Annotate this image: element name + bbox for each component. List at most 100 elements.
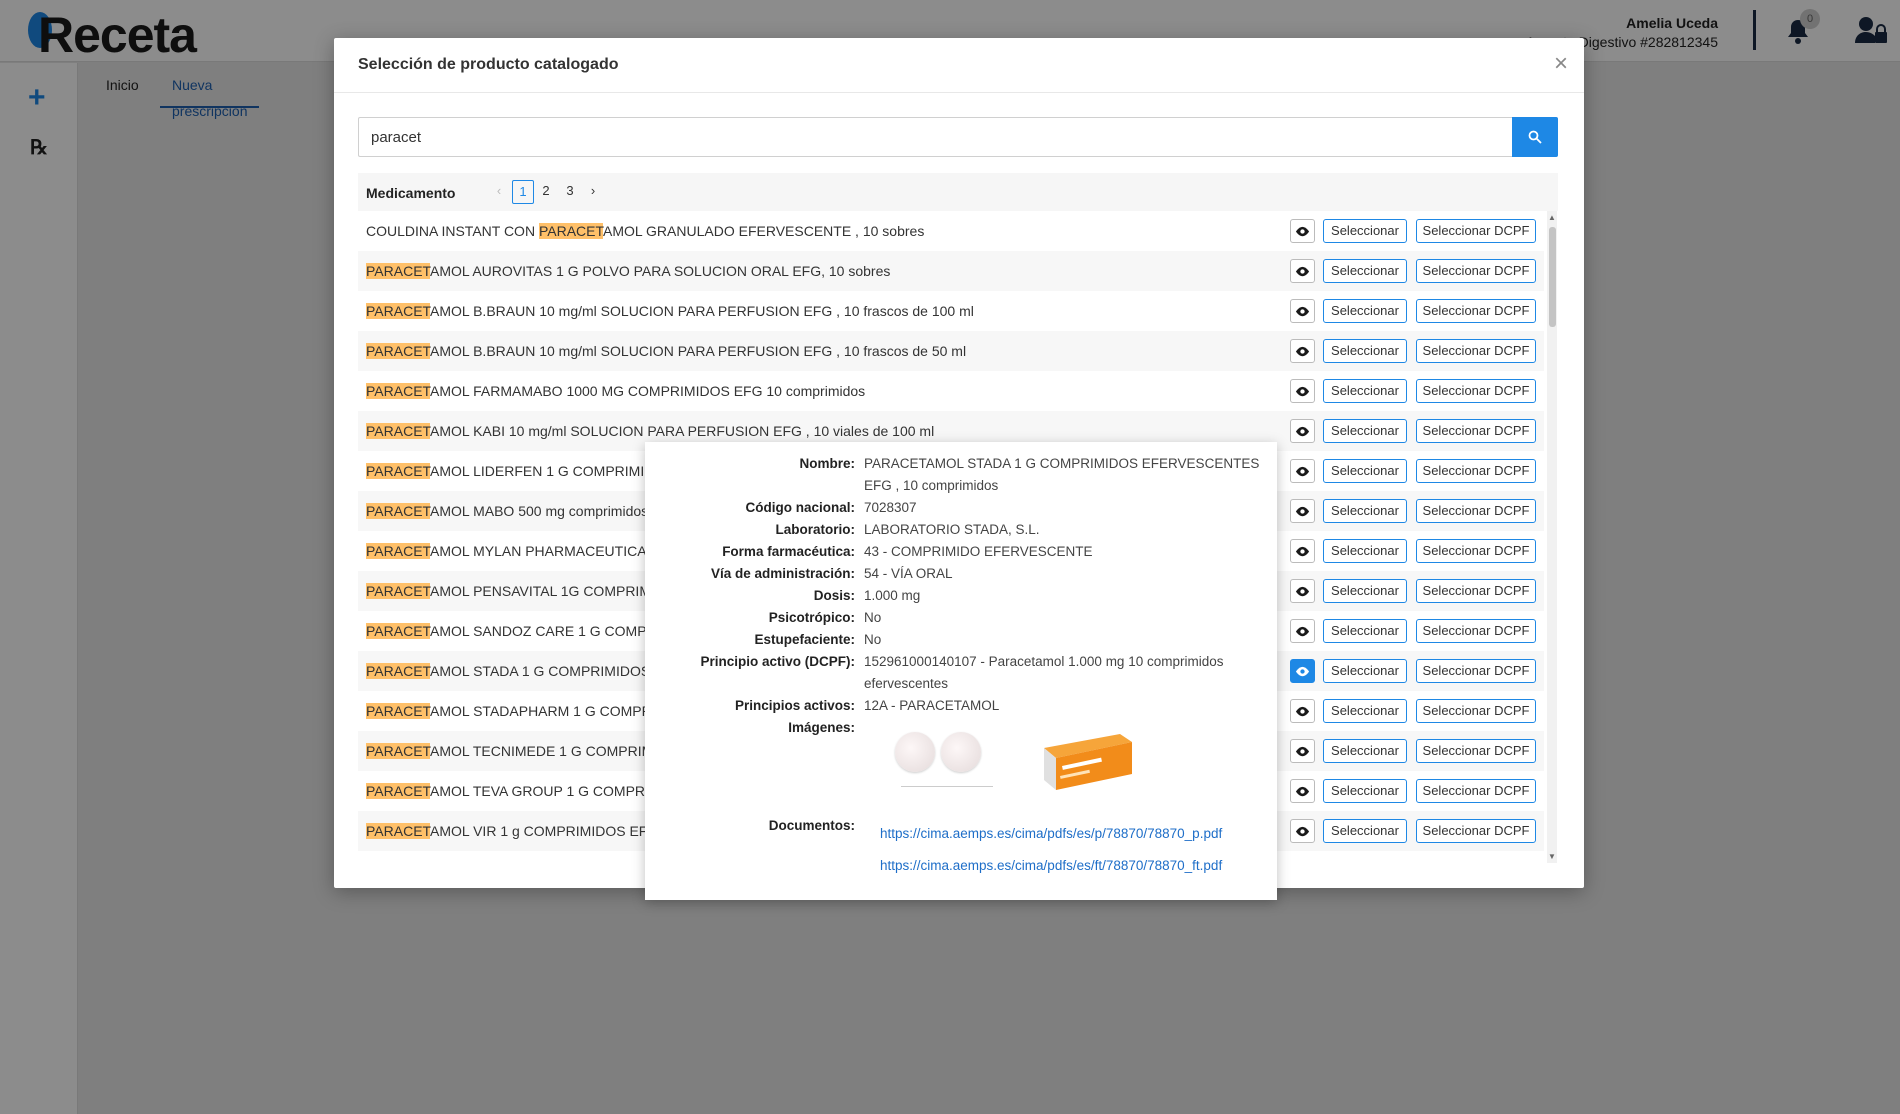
detail-value: LABORATORIO STADA, S.L. [864, 522, 1040, 537]
select-button[interactable]: Seleccionar [1323, 299, 1407, 323]
medication-name: PARACETAMOL SANDOZ CARE 1 G COMPRIM [366, 623, 672, 639]
detail-label: Psicotrópico: [768, 610, 855, 625]
eye-icon[interactable] [1290, 219, 1315, 243]
select-dcpf-button[interactable]: Seleccionar DCPF [1416, 819, 1536, 843]
eye-icon[interactable] [1290, 339, 1315, 363]
scrollbar[interactable]: ▲ ▼ [1547, 211, 1557, 863]
scroll-up-icon[interactable]: ▲ [1548, 213, 1556, 222]
select-button[interactable]: Seleccionar [1323, 379, 1407, 403]
eye-icon[interactable] [1290, 659, 1315, 683]
document-link[interactable]: https://cima.aemps.es/cima/pdfs/es/ft/78… [880, 858, 1222, 873]
search-highlight: PARACET [366, 583, 431, 599]
eye-icon[interactable] [1290, 499, 1315, 523]
eye-icon[interactable] [1290, 539, 1315, 563]
select-button[interactable]: Seleccionar [1323, 219, 1407, 243]
page-3[interactable]: 3 [559, 180, 581, 204]
select-dcpf-button[interactable]: Seleccionar DCPF [1416, 379, 1536, 403]
close-icon[interactable]: × [1554, 50, 1568, 78]
detail-value: 54 - VÍA ORAL [864, 566, 953, 581]
scroll-thumb[interactable] [1549, 227, 1556, 327]
select-button[interactable]: Seleccionar [1323, 419, 1407, 443]
select-dcpf-button[interactable]: Seleccionar DCPF [1416, 619, 1536, 643]
page-1[interactable]: 1 [512, 180, 534, 204]
eye-icon[interactable] [1290, 819, 1315, 843]
name-prefix: COULDINA INSTANT CON [366, 223, 539, 239]
medication-name: PARACETAMOL AUROVITAS 1 G POLVO PARA SOL… [366, 263, 890, 279]
eye-icon[interactable] [1290, 419, 1315, 443]
select-dcpf-button[interactable]: Seleccionar DCPF [1416, 339, 1536, 363]
detail-label: Código nacional: [745, 500, 856, 515]
search-highlight: PARACET [366, 823, 431, 839]
eye-icon[interactable] [1290, 779, 1315, 803]
search-icon [1528, 130, 1542, 144]
name-suffix: AMOL KABI 10 mg/ml SOLUCION PARA PERFUSI… [430, 423, 935, 439]
select-dcpf-button[interactable]: Seleccionar DCPF [1416, 779, 1536, 803]
page-2[interactable]: 2 [535, 180, 557, 204]
select-dcpf-button[interactable]: Seleccionar DCPF [1416, 579, 1536, 603]
eye-icon[interactable] [1290, 739, 1315, 763]
prev-page-icon[interactable]: ‹ [488, 180, 510, 204]
detail-label: Dosis: [813, 588, 855, 603]
select-button[interactable]: Seleccionar [1323, 779, 1407, 803]
package-image[interactable] [1040, 726, 1135, 794]
medication-name: PARACETAMOL KABI 10 mg/ml SOLUCION PARA … [366, 423, 934, 439]
tablet-image[interactable] [895, 732, 935, 772]
eye-icon[interactable] [1290, 299, 1315, 323]
table-row[interactable]: COULDINA INSTANT CON PARACETAMOL GRANULA… [358, 211, 1544, 251]
medication-name: PARACETAMOL B.BRAUN 10 mg/ml SOLUCION PA… [366, 303, 974, 319]
column-title: Medicamento [366, 185, 456, 201]
eye-icon[interactable] [1290, 459, 1315, 483]
detail-value: 43 - COMPRIMIDO EFERVESCENTE [864, 544, 1093, 559]
select-dcpf-button[interactable]: Seleccionar DCPF [1416, 739, 1536, 763]
select-button[interactable]: Seleccionar [1323, 459, 1407, 483]
search-highlight: PARACET [366, 503, 431, 519]
select-dcpf-button[interactable]: Seleccionar DCPF [1416, 219, 1536, 243]
select-dcpf-button[interactable]: Seleccionar DCPF [1416, 459, 1536, 483]
document-link[interactable]: https://cima.aemps.es/cima/pdfs/es/p/788… [880, 826, 1222, 841]
next-page-icon[interactable]: › [582, 180, 604, 204]
select-button[interactable]: Seleccionar [1323, 259, 1407, 283]
select-button[interactable]: Seleccionar [1323, 699, 1407, 723]
eye-icon[interactable] [1290, 379, 1315, 403]
search-highlight: PARACET [366, 663, 431, 679]
select-button[interactable]: Seleccionar [1323, 819, 1407, 843]
select-button[interactable]: Seleccionar [1323, 739, 1407, 763]
select-button[interactable]: Seleccionar [1323, 619, 1407, 643]
search-highlight: PARACET [366, 543, 431, 559]
detail-value: 12A - PARACETAMOL [864, 698, 1000, 713]
eye-icon[interactable] [1290, 619, 1315, 643]
select-button[interactable]: Seleccionar [1323, 659, 1407, 683]
ruler-scale [901, 786, 993, 796]
select-button[interactable]: Seleccionar [1323, 499, 1407, 523]
table-row[interactable]: PARACETAMOL B.BRAUN 10 mg/ml SOLUCION PA… [358, 331, 1544, 371]
search-button[interactable] [1512, 117, 1558, 157]
select-dcpf-button[interactable]: Seleccionar DCPF [1416, 419, 1536, 443]
name-suffix: AMOL PENSAVITAL 1G COMPRIMIDO [430, 583, 676, 599]
scroll-down-icon[interactable]: ▼ [1548, 852, 1556, 861]
select-dcpf-button[interactable]: Seleccionar DCPF [1416, 499, 1536, 523]
select-dcpf-button[interactable]: Seleccionar DCPF [1416, 699, 1536, 723]
table-row[interactable]: PARACETAMOL AUROVITAS 1 G POLVO PARA SOL… [358, 251, 1544, 291]
medication-name: PARACETAMOL VIR 1 g COMPRIMIDOS EFERV [366, 823, 676, 839]
eye-icon[interactable] [1290, 579, 1315, 603]
select-dcpf-button[interactable]: Seleccionar DCPF [1416, 659, 1536, 683]
select-button[interactable]: Seleccionar [1323, 339, 1407, 363]
select-dcpf-button[interactable]: Seleccionar DCPF [1416, 259, 1536, 283]
select-dcpf-button[interactable]: Seleccionar DCPF [1416, 539, 1536, 563]
detail-value: 1.000 mg [864, 588, 921, 603]
table-row[interactable]: PARACETAMOL B.BRAUN 10 mg/ml SOLUCION PA… [358, 291, 1544, 331]
eye-icon[interactable] [1290, 699, 1315, 723]
name-suffix: AMOL STADAPHARM 1 G COMPRIM [430, 703, 668, 719]
select-button[interactable]: Seleccionar [1323, 579, 1407, 603]
search-input[interactable] [358, 117, 1512, 157]
select-dcpf-button[interactable]: Seleccionar DCPF [1416, 299, 1536, 323]
select-button[interactable]: Seleccionar [1323, 539, 1407, 563]
search-highlight: PARACET [366, 703, 431, 719]
eye-icon[interactable] [1290, 259, 1315, 283]
name-suffix: AMOL AUROVITAS 1 G POLVO PARA SOLUCION O… [430, 263, 891, 279]
search-highlight: PARACET [366, 743, 431, 759]
name-suffix: AMOL TEVA GROUP 1 G COMPRIMI [430, 783, 665, 799]
tablet-image[interactable] [941, 732, 981, 772]
table-row[interactable]: PARACETAMOL FARMAMABO 1000 MG COMPRIMIDO… [358, 371, 1544, 411]
search-highlight: PARACET [538, 223, 603, 239]
